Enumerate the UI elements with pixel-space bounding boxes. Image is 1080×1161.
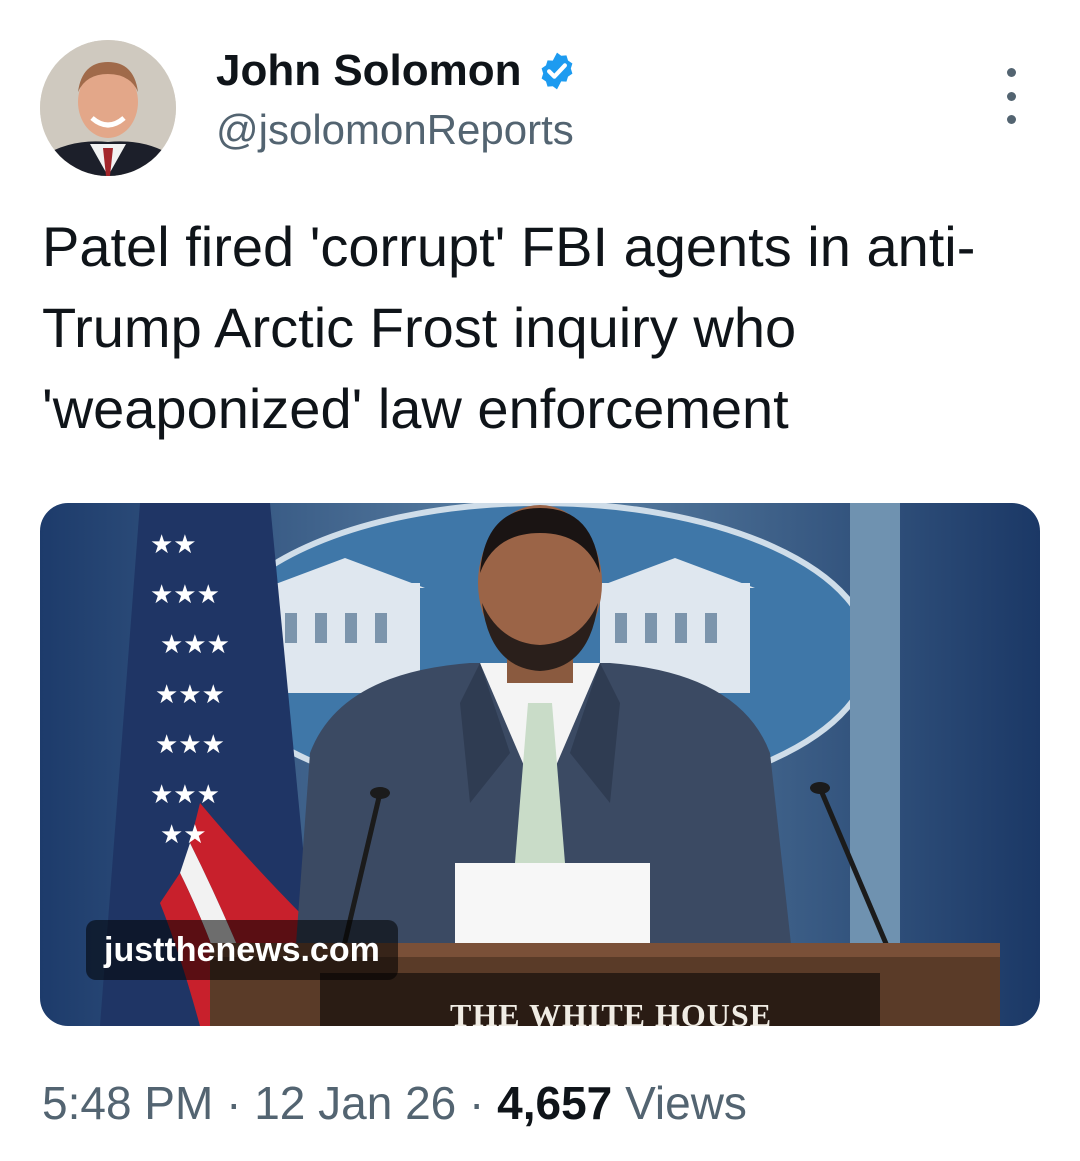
tweet-text: Patel fired 'corrupt' FBI agents in anti…: [42, 215, 976, 440]
meta-separator: ·: [469, 1077, 485, 1129]
author-name-text: John Solomon: [216, 46, 522, 95]
verified-check-icon: [541, 52, 572, 90]
author-handle[interactable]: @jsolomonReports: [216, 106, 574, 154]
views-label: Views: [625, 1077, 747, 1129]
svg-text:★★★: ★★★: [160, 630, 230, 660]
svg-text:★★★: ★★★: [155, 680, 225, 710]
more-vertical-icon[interactable]: [996, 68, 1026, 124]
svg-text:★★: ★★: [160, 820, 207, 850]
svg-text:★★★: ★★★: [150, 580, 220, 610]
author-avatar[interactable]: [40, 40, 176, 176]
views-count[interactable]: 4,657: [497, 1077, 612, 1129]
avatar-image: [40, 40, 176, 176]
author-name[interactable]: John Solomon: [216, 46, 578, 96]
tweet-meta: 5:48 PM · 12 Jan 26 · 4,657 Views: [42, 1076, 747, 1130]
tweet-time[interactable]: 5:48 PM: [42, 1077, 213, 1129]
svg-text:★★: ★★: [150, 530, 197, 560]
svg-text:★★★: ★★★: [155, 730, 225, 760]
meta-separator: ·: [226, 1077, 242, 1129]
svg-text:★★★: ★★★: [150, 780, 220, 810]
media-source-label[interactable]: justthenews.com: [86, 920, 398, 980]
podium-text: THE WHITE HOUSE: [450, 997, 772, 1026]
tweet-media-image[interactable]: ★★ ★★★ ★★★ ★★★ ★★★ ★★★ ★★ THE WHITE HOUSE j…: [40, 503, 1040, 1026]
tweet-date[interactable]: 12 Jan 26: [254, 1077, 456, 1129]
